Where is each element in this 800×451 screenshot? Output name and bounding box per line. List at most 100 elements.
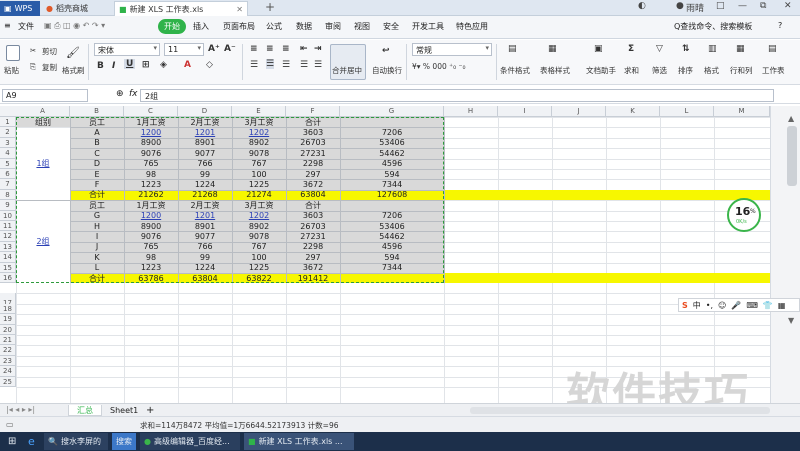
row-header-23[interactable]: 23 bbox=[0, 355, 16, 367]
group1-data-cell[interactable]: E bbox=[70, 170, 124, 180]
group2-data-cell[interactable]: 100 bbox=[232, 253, 286, 263]
column-header-H[interactable]: H bbox=[444, 106, 498, 117]
row-col-button[interactable]: 行和列 bbox=[730, 65, 753, 76]
group2-data-cell[interactable]: 7206 bbox=[340, 211, 444, 221]
row-header-2[interactable]: 2 bbox=[0, 127, 16, 138]
group2-data-cell[interactable]: 766 bbox=[178, 242, 232, 252]
group2-data-cell[interactable]: 27231 bbox=[286, 232, 340, 242]
group1-data-cell[interactable]: 8901 bbox=[178, 138, 232, 148]
underline-button[interactable]: U bbox=[124, 59, 136, 69]
decrease-font-icon[interactable]: A⁻ bbox=[224, 44, 236, 54]
group1-data-cell[interactable]: 9078 bbox=[232, 149, 286, 159]
number-format-buttons[interactable]: ¥▾ % 000 ⁺₀ ⁻₀ bbox=[412, 62, 465, 71]
group1-data-cell[interactable]: D bbox=[70, 159, 124, 169]
border-icon[interactable]: ⊞ bbox=[142, 60, 150, 70]
row-header-6[interactable]: 6 bbox=[0, 169, 16, 180]
group2-header-cell[interactable]: 2月工资 bbox=[178, 201, 232, 211]
row-header-11[interactable]: 11 bbox=[0, 221, 16, 232]
group1-header-cell[interactable]: 2月工资 bbox=[178, 118, 232, 128]
column-header-B[interactable]: B bbox=[70, 106, 124, 117]
sogou-icon[interactable]: S bbox=[682, 301, 688, 310]
align-bottom-icon[interactable]: ≡ bbox=[282, 44, 290, 54]
row-header-22[interactable]: 22 bbox=[0, 345, 16, 356]
group2-data-cell[interactable]: H bbox=[70, 222, 124, 232]
group2-data-cell[interactable]: 594 bbox=[340, 253, 444, 263]
row-header-7[interactable]: 7 bbox=[0, 179, 16, 190]
number-format-select[interactable]: 常规 bbox=[412, 43, 492, 56]
column-header-E[interactable]: E bbox=[232, 106, 286, 117]
group2-data-cell[interactable]: J bbox=[70, 242, 124, 252]
group1-data-cell[interactable]: 1200 bbox=[124, 128, 178, 138]
group2-data-cell[interactable]: 2298 bbox=[286, 242, 340, 252]
toolbox-icon[interactable]: ▦ bbox=[778, 301, 786, 310]
format-painter-button[interactable]: 格式刷 bbox=[62, 65, 85, 76]
column-header-C[interactable]: C bbox=[124, 106, 178, 117]
group2-data-cell[interactable]: 1202 bbox=[232, 211, 286, 221]
row-header-9[interactable]: 9 bbox=[0, 200, 16, 211]
group2-data-cell[interactable]: 1225 bbox=[232, 263, 286, 273]
group2-data-cell[interactable]: 99 bbox=[178, 253, 232, 263]
group1-data-cell[interactable]: 8900 bbox=[124, 138, 178, 148]
group1-data-cell[interactable]: 1201 bbox=[178, 128, 232, 138]
group1-data-cell[interactable]: 1224 bbox=[178, 180, 232, 190]
filter-button[interactable]: 筛选 bbox=[652, 65, 667, 76]
group2-data-cell[interactable]: 1223 bbox=[124, 263, 178, 273]
group2-data-cell[interactable]: 9076 bbox=[124, 232, 178, 242]
ime-language[interactable]: 中 bbox=[693, 300, 701, 311]
menu-security[interactable]: 安全 bbox=[383, 21, 399, 32]
row-col-icon[interactable]: ▦ bbox=[736, 44, 745, 54]
ime-toolbar[interactable]: S 中 •, ☺ 🎤 ⌨ 👕 ▦ bbox=[678, 298, 800, 312]
emoji-icon[interactable]: ☺ bbox=[718, 301, 726, 310]
group1-data-cell[interactable]: 7206 bbox=[340, 128, 444, 138]
taskbar-item-browser[interactable]: ● 高级编辑器_百度经... bbox=[140, 433, 240, 450]
clear-icon[interactable]: ◇ bbox=[206, 60, 213, 70]
column-header-G[interactable]: G bbox=[340, 106, 444, 117]
group2-total-cell[interactable]: 63786 bbox=[124, 274, 178, 284]
menu-file[interactable]: 文件 bbox=[18, 21, 34, 32]
group1-data-cell[interactable]: 594 bbox=[340, 170, 444, 180]
menu-icon[interactable]: ≡ bbox=[4, 21, 11, 30]
menu-developer[interactable]: 开发工具 bbox=[412, 21, 444, 32]
row-header-24[interactable]: 24 bbox=[0, 366, 16, 377]
cut-icon[interactable]: ✂ bbox=[30, 46, 36, 55]
scroll-thumb[interactable] bbox=[787, 126, 797, 186]
row-header-14[interactable]: 14 bbox=[0, 252, 16, 263]
wps-app-tab[interactable]: ▣ WPS bbox=[0, 1, 40, 16]
row-header-25[interactable]: 25 bbox=[0, 376, 16, 387]
quick-toolbar-icons[interactable]: ▣ ⎙ ◫ ◉ ↶ ↷ ▾ bbox=[44, 21, 105, 31]
skin-icon[interactable]: ◐ bbox=[638, 1, 646, 11]
group2-header-cell[interactable]: 合计 bbox=[286, 201, 340, 211]
group2-data-cell[interactable]: 8901 bbox=[178, 222, 232, 232]
group2-data-cell[interactable]: 7344 bbox=[340, 263, 444, 273]
group1-data-cell[interactable]: 1223 bbox=[124, 180, 178, 190]
group1-header-cell[interactable]: 合计 bbox=[286, 118, 340, 128]
menu-review[interactable]: 审阅 bbox=[325, 21, 341, 32]
group2-data-cell[interactable]: 1201 bbox=[178, 211, 232, 221]
group1-data-cell[interactable]: 54462 bbox=[340, 149, 444, 159]
conditional-format-button[interactable]: 条件格式 bbox=[500, 65, 530, 76]
indent-increase-icon[interactable]: ⇥ bbox=[314, 44, 322, 54]
italic-button[interactable]: I bbox=[112, 61, 115, 71]
group1-data-cell[interactable]: 8902 bbox=[232, 138, 286, 148]
group1-data-cell[interactable]: 1202 bbox=[232, 128, 286, 138]
maximize-button[interactable]: ⧉ bbox=[760, 1, 766, 11]
group1-data-cell[interactable]: 1225 bbox=[232, 180, 286, 190]
group1-data-cell[interactable]: 766 bbox=[178, 159, 232, 169]
group2-total-cell[interactable]: 63822 bbox=[232, 274, 286, 284]
taskbar-search-box[interactable]: 🔍 搜水李屏的 bbox=[44, 433, 108, 450]
taskbar-item-wps[interactable]: ■ 新建 XLS 工作表.xls ... bbox=[244, 433, 354, 450]
bold-button[interactable]: B bbox=[97, 61, 104, 71]
menu-home[interactable]: 开始 bbox=[158, 19, 186, 34]
group2-total-cell[interactable]: 63804 bbox=[178, 274, 232, 284]
menu-special-apps[interactable]: 特色应用 bbox=[456, 21, 488, 32]
group1-data-cell[interactable]: 7344 bbox=[340, 180, 444, 190]
row-header-13[interactable]: 13 bbox=[0, 241, 16, 253]
group1-data-cell[interactable]: 767 bbox=[232, 159, 286, 169]
scroll-down-icon[interactable]: ▼ bbox=[788, 316, 794, 325]
group1-total-cell[interactable]: 21274 bbox=[232, 190, 286, 200]
row-header-19[interactable]: 19 bbox=[0, 314, 16, 325]
table-style-button[interactable]: 表格样式 bbox=[540, 65, 570, 76]
copy-button[interactable]: 复制 bbox=[42, 62, 57, 73]
menu-insert[interactable]: 插入 bbox=[193, 21, 209, 32]
group2-data-cell[interactable]: 53406 bbox=[340, 222, 444, 232]
